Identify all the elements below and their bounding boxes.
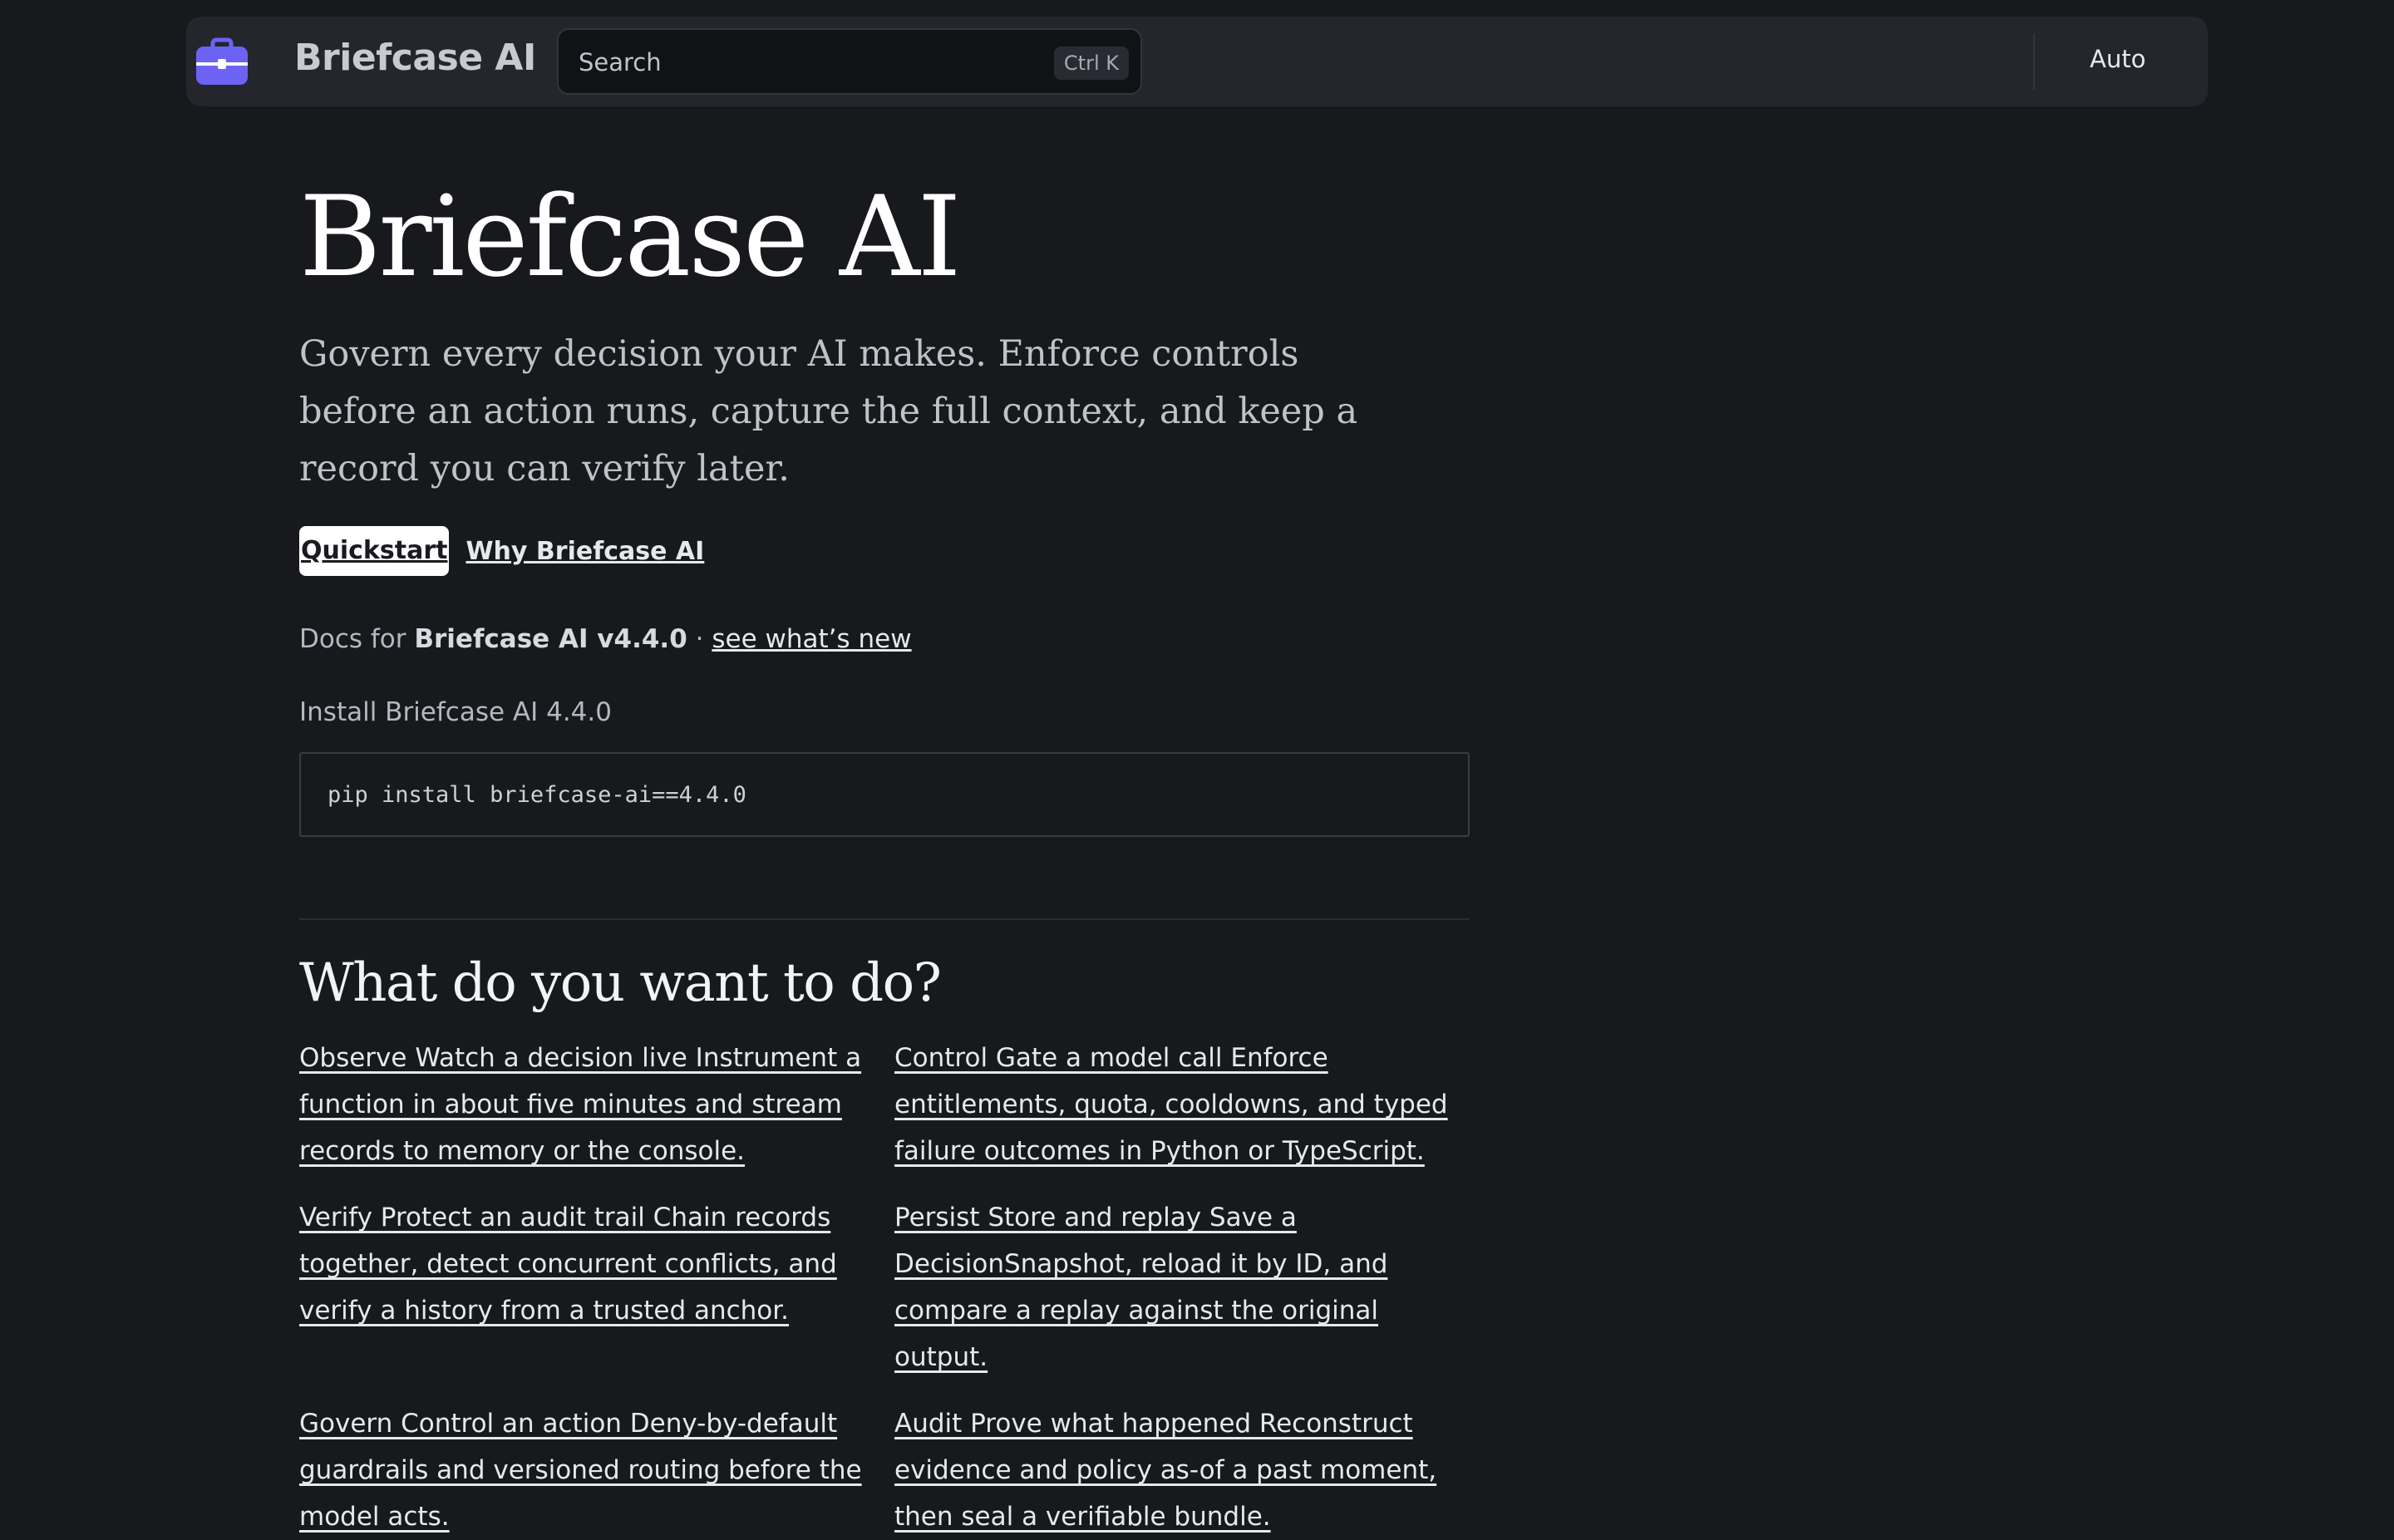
task-card-govern[interactable]: Govern Control an action Deny-by-default… — [299, 1400, 881, 1540]
install-label: Install Briefcase AI 4.4.0 — [299, 697, 612, 727]
docs-version-line: Docs for Briefcase AI v4.4.0 · see what’… — [299, 624, 1470, 654]
install-command: pip install briefcase-ai==4.4.0 — [328, 781, 746, 808]
main-content: Briefcase AI Govern every decision your … — [299, 166, 1470, 1540]
header-divider — [2033, 33, 2035, 90]
task-card-verify[interactable]: Verify Protect an audit trail Chain reco… — [299, 1194, 881, 1380]
task-card-observe[interactable]: Observe Watch a decision live Instrument… — [299, 1035, 881, 1174]
top-navbar: Briefcase AI Search Ctrl K Auto — [186, 17, 2208, 106]
install-code-block[interactable]: pip install briefcase-ai==4.4.0 — [299, 752, 1470, 837]
search-placeholder: Search — [579, 48, 662, 76]
brand-name[interactable]: Briefcase AI — [294, 37, 536, 79]
quickstart-button[interactable]: Quickstart — [299, 526, 450, 576]
search-input[interactable]: Search Ctrl K — [557, 28, 1142, 95]
theme-toggle-button[interactable]: Auto — [2090, 45, 2145, 73]
briefcase-icon[interactable] — [195, 35, 249, 88]
task-card-persist[interactable]: Persist Store and replay Save a Decision… — [894, 1194, 1476, 1380]
docs-separator: · — [695, 624, 704, 654]
cta-row: Quickstart Why Briefcase AI — [299, 526, 1470, 576]
task-card-control[interactable]: Control Gate a model call Enforce entitl… — [894, 1035, 1476, 1174]
whats-new-link[interactable]: see what’s new — [712, 624, 911, 654]
why-briefcase-link[interactable]: Why Briefcase AI — [466, 537, 704, 566]
task-card-audit[interactable]: Audit Prove what happened Reconstruct ev… — [894, 1400, 1476, 1540]
page-title: Briefcase AI — [299, 172, 962, 302]
hero-lead: Govern every decision your AI makes. Enf… — [299, 333, 1358, 490]
section-divider — [299, 918, 1470, 920]
docs-prefix: Docs for — [299, 624, 406, 654]
tasks-heading: What do you want to do? — [299, 952, 942, 1014]
search-shortcut-badge: Ctrl K — [1053, 47, 1129, 80]
task-cards-grid: Observe Watch a decision live Instrument… — [299, 1035, 1470, 1540]
docs-version: Briefcase AI v4.4.0 — [414, 624, 687, 654]
